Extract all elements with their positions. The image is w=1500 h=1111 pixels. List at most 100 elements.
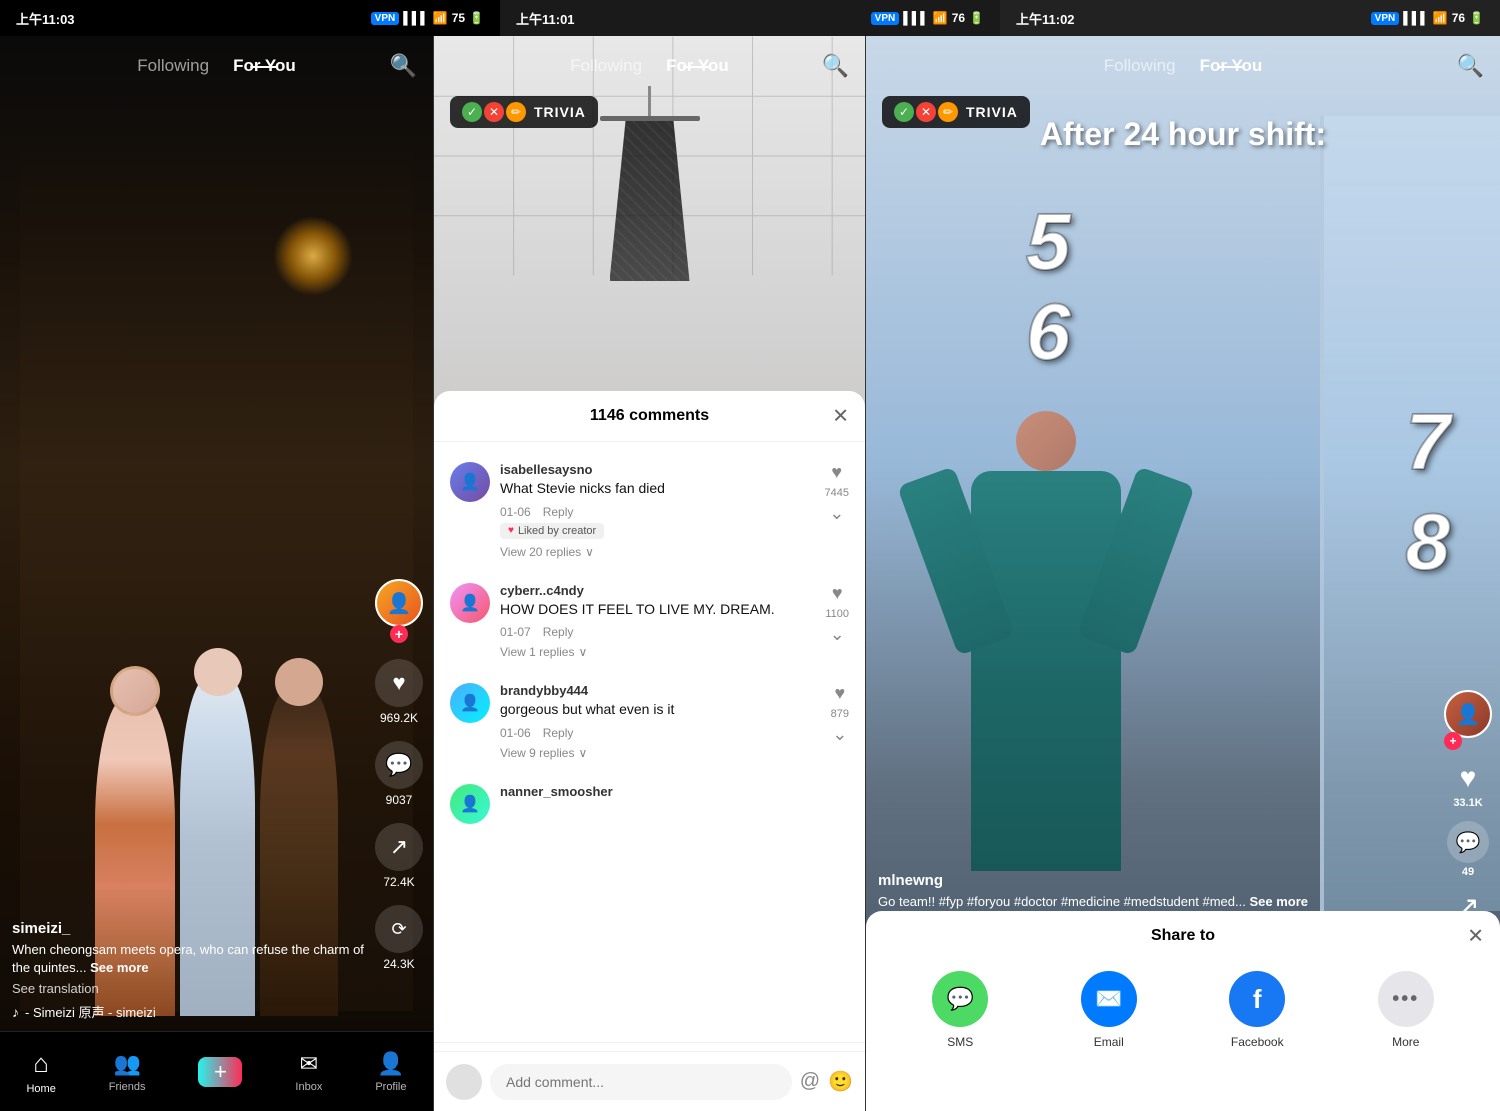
nav-home[interactable]: ⌂ Home bbox=[26, 1048, 55, 1095]
see-translation-btn[interactable]: See translation bbox=[12, 981, 368, 996]
comment-input-field[interactable] bbox=[490, 1064, 792, 1100]
emoji-input-icon[interactable]: 🙂 bbox=[828, 1069, 853, 1094]
nav-friends[interactable]: 👥 Friends bbox=[109, 1051, 146, 1093]
reply-btn-1[interactable]: Reply bbox=[543, 505, 574, 519]
view-replies-3[interactable]: View 9 replies ∨ bbox=[500, 746, 813, 760]
panel1-bottom-nav: ⌂ Home 👥 Friends + ✉ Inbox 👤 Profile bbox=[0, 1031, 433, 1111]
p3-search-button[interactable]: 🔍 bbox=[1457, 53, 1484, 79]
signal-icon-3: ▌▌▌ bbox=[1403, 11, 1429, 25]
like-section[interactable]: ♥ 969.2K bbox=[375, 659, 423, 725]
dislike-btn-2[interactable]: ⌄ bbox=[830, 624, 845, 645]
signal-icon-1: ▌▌▌ bbox=[403, 11, 429, 25]
p3-like-count: 33.1K bbox=[1453, 797, 1482, 809]
p2-following-nav[interactable]: Following bbox=[570, 56, 642, 76]
comment-content-2: cyberr..c4ndy HOW DOES IT FEEL TO LIVE M… bbox=[500, 583, 807, 660]
p3-follow-plus[interactable]: + bbox=[1444, 732, 1462, 750]
p2-search-button[interactable]: 🔍 bbox=[822, 53, 849, 79]
view-replies-2[interactable]: View 1 replies ∨ bbox=[500, 645, 807, 659]
nav-inbox[interactable]: ✉ Inbox bbox=[295, 1051, 322, 1093]
comment-avatar-3: 👤 bbox=[450, 683, 490, 723]
share-sms[interactable]: 💬 SMS bbox=[932, 971, 988, 1049]
p3-comment-section[interactable]: 💬 49 bbox=[1447, 821, 1489, 878]
trivia-icons-p3: ✓ ✕ ✏ bbox=[894, 102, 958, 122]
liked-by-creator-label: Liked by creator bbox=[518, 525, 596, 537]
comment-input-bar: @ 🙂 bbox=[434, 1051, 865, 1111]
panel3-video-info: mlnewng Go team!! #fyp #foryou #doctor #… bbox=[878, 872, 1430, 911]
share-header: Share to ✕ bbox=[866, 911, 1500, 961]
trivia-badge-p2[interactable]: ✓ ✕ ✏ TRIVIA bbox=[450, 96, 598, 128]
p3-avatar-section[interactable]: 👤 + bbox=[1444, 690, 1492, 750]
p3-active-indicator bbox=[1217, 66, 1245, 68]
comment-date-3: 01-06 bbox=[500, 726, 531, 740]
following-nav[interactable]: Following bbox=[137, 56, 209, 76]
nurse-head bbox=[1016, 411, 1076, 471]
home-label: Home bbox=[26, 1083, 55, 1095]
add-button[interactable]: + bbox=[198, 1057, 242, 1087]
music-text: - Simeizi 原声 - simeizi bbox=[25, 1002, 156, 1021]
more-icon: ••• bbox=[1378, 971, 1434, 1027]
p3-pencil-icon: ✏ bbox=[938, 102, 958, 122]
p3-like-section[interactable]: ♥ 33.1K bbox=[1453, 762, 1482, 809]
profile-label: Profile bbox=[375, 1081, 406, 1093]
see-more-btn[interactable]: See more bbox=[90, 960, 149, 975]
battery-icon-1: 🔋 bbox=[469, 11, 484, 25]
comment-likes-3: ♥ 879 ⌄ bbox=[831, 683, 849, 760]
reply-btn-2[interactable]: Reply bbox=[543, 625, 574, 639]
comment-section[interactable]: 💬 9037 bbox=[375, 741, 423, 807]
like-count-2: 1100 bbox=[825, 608, 849, 620]
panel-2-video: Following For You 🔍 ✓ ✕ ✏ TRIVIA 1146 co… bbox=[433, 36, 866, 1111]
avatar-section[interactable]: 👤 + bbox=[375, 579, 423, 643]
at-icon[interactable]: @ bbox=[800, 1070, 820, 1093]
comment-item-3: 👤 brandybby444 gorgeous but what even is… bbox=[434, 671, 865, 772]
p3-x-icon: ✕ bbox=[916, 102, 936, 122]
p3-see-more-btn[interactable]: See more bbox=[1249, 894, 1308, 909]
like-btn-2[interactable]: ♥ bbox=[832, 583, 843, 604]
comment-item-1: 👤 isabellesaysno What Stevie nicks fan d… bbox=[434, 450, 865, 571]
like-btn-1[interactable]: ♥ bbox=[831, 462, 842, 483]
p2-foryou-nav[interactable]: For You bbox=[666, 56, 729, 76]
comment-text-3: gorgeous but what even is it bbox=[500, 700, 813, 720]
music-icon: ♪ bbox=[12, 1004, 19, 1020]
share-close-btn[interactable]: ✕ bbox=[1467, 924, 1484, 949]
comment-likes-2: ♥ 1100 ⌄ bbox=[825, 583, 849, 660]
share-button[interactable]: ↗ bbox=[375, 823, 423, 871]
like-button[interactable]: ♥ bbox=[375, 659, 423, 707]
creator-avatar[interactable]: 👤 bbox=[375, 579, 423, 627]
comment-button[interactable]: 💬 bbox=[375, 741, 423, 789]
p3-creator-avatar[interactable]: 👤 bbox=[1444, 690, 1492, 738]
share-facebook[interactable]: f Facebook bbox=[1229, 971, 1285, 1049]
comments-count: 1146 comments bbox=[590, 407, 709, 425]
share-email[interactable]: ✉️ Email bbox=[1081, 971, 1137, 1049]
p3-foryou-nav[interactable]: For You bbox=[1200, 56, 1263, 76]
share-section[interactable]: ↗ 72.4K bbox=[375, 823, 423, 889]
number-5: 5 bbox=[1026, 196, 1071, 288]
forward-section[interactable]: ⟳ 24.3K bbox=[375, 905, 423, 971]
close-comments-btn[interactable]: ✕ bbox=[832, 404, 849, 429]
wifi-icon-2: 📶 bbox=[933, 11, 948, 25]
forward-button[interactable]: ⟳ bbox=[375, 905, 423, 953]
panel-1-video: Following For You 🔍 👤 + ♥ 969.2K 💬 bbox=[0, 36, 433, 1111]
view-replies-1[interactable]: View 20 replies ∨ bbox=[500, 545, 807, 559]
search-button[interactable]: 🔍 bbox=[390, 53, 417, 79]
view-replies-text-1: View 20 replies bbox=[500, 545, 581, 559]
share-options: 💬 SMS ✉️ Email f Facebook bbox=[866, 961, 1500, 1059]
comment-avatar-2: 👤 bbox=[450, 583, 490, 623]
nav-add[interactable]: + bbox=[198, 1057, 242, 1087]
nurse-figure bbox=[966, 411, 1126, 911]
like-count-3: 879 bbox=[831, 708, 849, 720]
friends-label: Friends bbox=[109, 1081, 146, 1093]
facebook-icon: f bbox=[1229, 971, 1285, 1027]
trivia-badge-p3[interactable]: ✓ ✕ ✏ TRIVIA bbox=[882, 96, 1030, 128]
dislike-btn-1[interactable]: ⌄ bbox=[829, 503, 844, 524]
share-more[interactable]: ••• More bbox=[1378, 971, 1434, 1049]
nav-profile[interactable]: 👤 Profile bbox=[375, 1051, 406, 1093]
inbox-icon: ✉ bbox=[300, 1051, 318, 1077]
comment-item-4: 👤 nanner_smoosher bbox=[434, 772, 865, 836]
reply-btn-3[interactable]: Reply bbox=[543, 726, 574, 740]
like-btn-3[interactable]: ♥ bbox=[834, 683, 845, 704]
foryou-nav[interactable]: For You bbox=[233, 56, 296, 76]
follow-plus-badge[interactable]: + bbox=[390, 625, 408, 643]
dislike-btn-3[interactable]: ⌄ bbox=[832, 724, 847, 745]
avatar-2-img: 👤 bbox=[460, 593, 480, 613]
p3-following-nav[interactable]: Following bbox=[1104, 56, 1176, 76]
